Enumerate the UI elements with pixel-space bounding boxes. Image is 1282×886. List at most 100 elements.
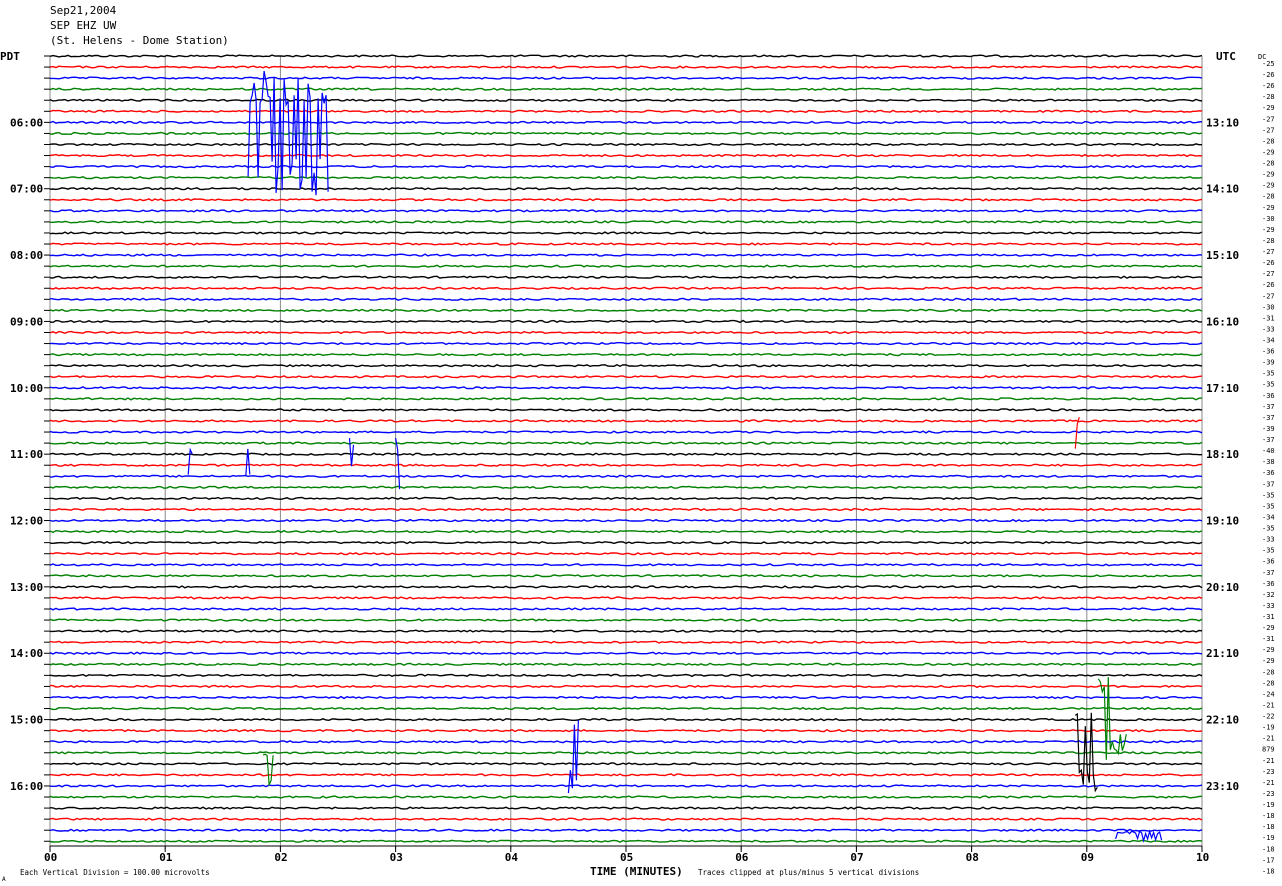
dc-offset-label: -36 (1262, 580, 1275, 588)
dc-offset-label: 879 (1262, 746, 1275, 754)
dc-offset-label: -26 (1262, 82, 1275, 90)
x-tick-label: 08 (966, 851, 979, 864)
dc-offset-label: -21 (1262, 701, 1275, 709)
dc-offset-label: -33 (1262, 536, 1275, 544)
dc-offset-label: -35 (1262, 491, 1275, 499)
dc-offset-label: -28 (1262, 668, 1275, 676)
dc-offset-label: -27 (1262, 270, 1275, 278)
dc-offset-label: -31 (1262, 314, 1275, 322)
dc-offset-label: -28 (1262, 237, 1275, 245)
dc-offset-label: -36 (1262, 392, 1275, 400)
dc-offset-label: -29 (1262, 624, 1275, 632)
dc-offset-label: -37 (1262, 569, 1275, 577)
left-time-label: 06:00 (10, 116, 43, 129)
dc-offset-label: -37 (1262, 414, 1275, 422)
dc-offset-label: -19 (1262, 724, 1275, 732)
dc-offset-label: -18 (1262, 867, 1275, 875)
seismic-trace (49, 341, 1203, 346)
dc-offset-label: -22 (1262, 713, 1275, 721)
x-tick-label: 07 (850, 851, 863, 864)
dc-offset-label: -32 (1262, 591, 1275, 599)
dc-offset-label: -23 (1262, 790, 1275, 798)
dc-offset-label: -18 (1262, 812, 1275, 820)
x-tick-label: 00 (44, 851, 57, 864)
x-tick-label: 03 (390, 851, 403, 864)
dc-offset-label: -19 (1262, 834, 1275, 842)
right-time-label: 15:10 (1206, 249, 1239, 262)
dc-offset-label: -23 (1262, 768, 1275, 776)
dc-offset-label: -26 (1262, 259, 1275, 267)
clip-note: Traces clipped at plus/minus 5 vertical … (698, 868, 919, 877)
dc-offset-label: -29 (1262, 148, 1275, 156)
dc-offset-label: -26 (1262, 71, 1275, 79)
seismogram-plot: PDT UTC DC 00 01 02 03 04 05 06 07 08 09 1006:0007… (0, 50, 1275, 883)
dc-offset-label: -29 (1262, 204, 1275, 212)
dc-offset-label: -37 (1262, 480, 1275, 488)
dc-offset-label: -28 (1262, 137, 1275, 145)
dc-offset-label: -36 (1262, 348, 1275, 356)
dc-offset-label: -35 (1262, 547, 1275, 555)
right-time-label: 14:10 (1206, 183, 1239, 196)
seismic-event (1097, 676, 1127, 760)
dc-offset-label: -35 (1262, 381, 1275, 389)
dc-offset-label: -28 (1262, 160, 1275, 168)
dc-offset-label: -30 (1262, 215, 1275, 223)
left-time-label: 14:00 (10, 647, 43, 660)
seismic-event (395, 437, 401, 490)
dc-offset-label: -35 (1262, 370, 1275, 378)
dc-offset-label: -35 (1262, 502, 1275, 510)
dc-offset-label: -27 (1262, 248, 1275, 256)
dc-offset-label: -27 (1262, 126, 1275, 134)
dc-offset-label: -29 (1262, 104, 1275, 112)
dc-offset-label: -33 (1262, 602, 1275, 610)
right-time-label: 23:10 (1206, 780, 1239, 793)
right-axis-title: UTC (1216, 50, 1236, 63)
dc-offset-label: -37 (1262, 436, 1275, 444)
right-time-label: 20:10 (1206, 581, 1239, 594)
dc-offset-label: -29 (1262, 182, 1275, 190)
dc-offset-label: -40 (1262, 447, 1275, 455)
right-time-label: 19:10 (1206, 515, 1239, 528)
right-time-label: 22:10 (1206, 714, 1239, 727)
x-tick-label: 10 (1196, 851, 1209, 864)
left-time-label: 12:00 (10, 515, 43, 528)
left-time-label: 13:00 (10, 581, 43, 594)
scale-note: Each Vertical Division = 100.00 microvol… (20, 868, 210, 877)
seismic-event (187, 447, 193, 475)
dc-offset-label: -35 (1262, 525, 1275, 533)
left-time-label: 07:00 (10, 183, 43, 196)
right-time-label: 16:10 (1206, 315, 1239, 328)
dc-offset-label: -25 (1262, 60, 1275, 68)
dc-offset-label: -28 (1262, 679, 1275, 687)
dc-offset-label: -26 (1262, 281, 1275, 289)
dc-offset-label: -31 (1262, 613, 1275, 621)
right-time-label: 21:10 (1206, 647, 1239, 660)
dc-offset-label: -36 (1262, 558, 1275, 566)
dc-offset-label: -29 (1262, 646, 1275, 654)
x-tick-label: 05 (620, 851, 633, 864)
left-time-label: 09:00 (10, 315, 43, 328)
seismic-event (262, 753, 274, 787)
x-tick-label: 01 (159, 851, 173, 864)
x-tick-label: 04 (505, 851, 519, 864)
dc-offset-label: -29 (1262, 226, 1275, 234)
dc-offset-label: -31 (1262, 635, 1275, 643)
dc-offset-label: -38 (1262, 458, 1275, 466)
seismic-trace (50, 574, 1203, 578)
dc-offset-label: -18 (1262, 823, 1275, 831)
dc-offset-label: -27 (1262, 292, 1275, 300)
seismic-event (1115, 829, 1163, 844)
left-axis-title: PDT (0, 50, 20, 63)
dc-offset-label: -37 (1262, 403, 1275, 411)
trace-group (44, 54, 1203, 843)
seismic-trace (49, 308, 1203, 313)
right-time-label: 17:10 (1206, 382, 1239, 395)
dc-offset-label: -28 (1262, 93, 1275, 101)
dc-offset-label: -21 (1262, 757, 1275, 765)
dc-offset-label: -33 (1262, 325, 1275, 333)
left-time-label: 11:00 (10, 448, 43, 461)
dc-offset-label: -18 (1262, 845, 1275, 853)
left-time-label: 08:00 (10, 249, 43, 262)
dc-offset-label: -19 (1262, 801, 1275, 809)
dc-offset-label: -21 (1262, 735, 1275, 743)
